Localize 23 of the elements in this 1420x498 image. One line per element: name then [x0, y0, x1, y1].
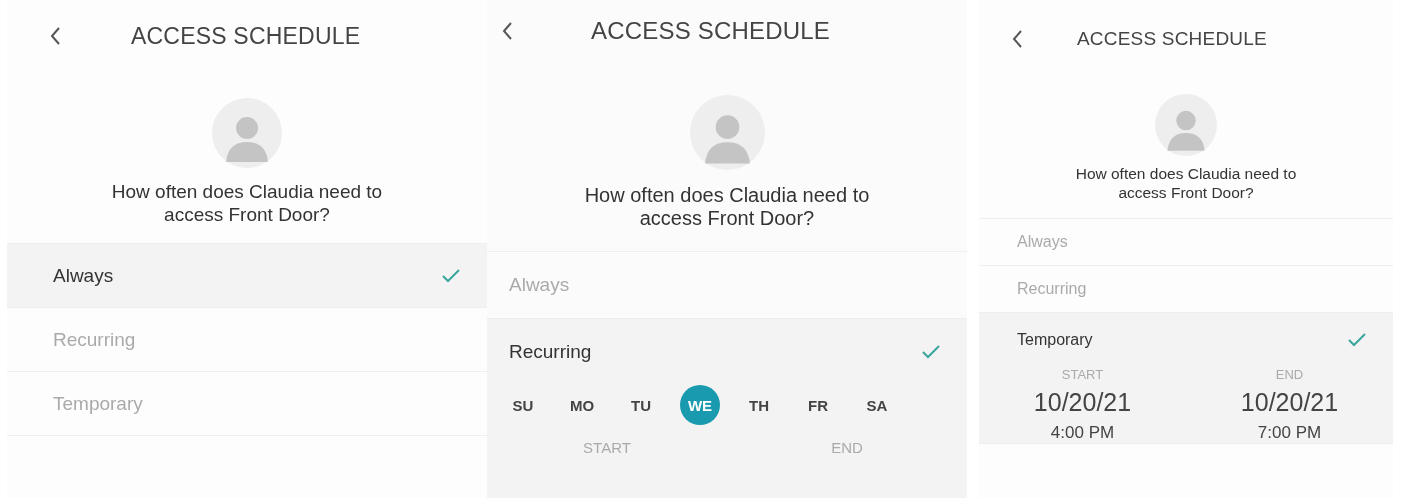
start-label: START	[583, 439, 631, 456]
weekday-toggle[interactable]: FR	[798, 385, 838, 425]
option-row[interactable]: Temporary START 10/20/21 4:00 PM END 10/20/21 7:00 PM	[979, 313, 1393, 444]
weekday-toggle[interactable]: TH	[739, 385, 779, 425]
time-value[interactable]: 4:00 PM	[1050, 423, 1115, 443]
question-text: How often does Claudia need to access Front Door?	[1074, 164, 1298, 202]
option-row[interactable]: Always	[7, 244, 487, 308]
option-row[interactable]: Recurring SU MO TU WE TH FR SA START END	[487, 319, 967, 498]
weekday-toggle[interactable]: TU	[621, 385, 661, 425]
time-value[interactable]: 7:00 PM	[1257, 423, 1322, 443]
date-value[interactable]: 10/20/21	[1240, 388, 1339, 417]
date-value[interactable]: 10/20/21	[1033, 388, 1132, 417]
end-label: END	[831, 439, 863, 456]
screen-title: ACCESS SCHEDULE	[1077, 28, 1267, 50]
weekday-toggle[interactable]: SA	[857, 385, 897, 425]
question-text: How often does Claudia need to access Front Door?	[110, 180, 384, 226]
question-text: How often does Claudia need to access Front Door?	[583, 184, 871, 230]
range-label: START	[1061, 367, 1104, 382]
screen-title: ACCESS SCHEDULE	[591, 17, 831, 45]
weekday-toggle[interactable]: MO	[562, 385, 602, 425]
weekday-toggle[interactable]: SU	[503, 385, 543, 425]
range-label: END	[1275, 367, 1304, 382]
screen-title: ACCESS SCHEDULE	[131, 22, 361, 50]
